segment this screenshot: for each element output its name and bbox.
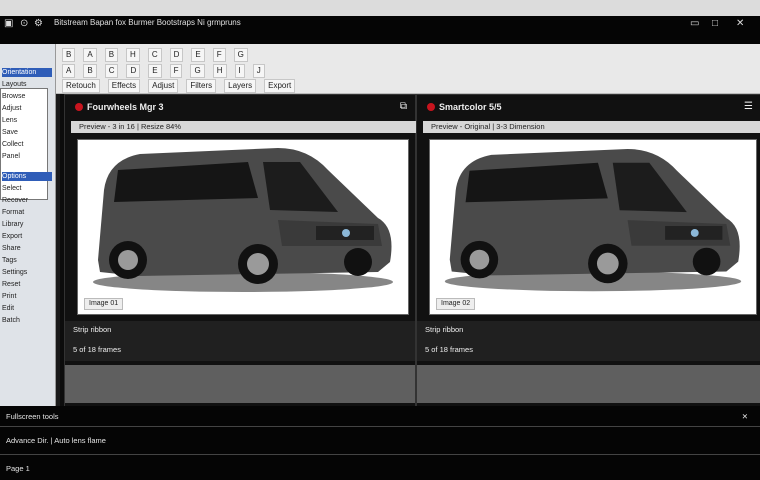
sidebar-item[interactable]: Edit [2,304,52,313]
divider [0,426,760,427]
ribbon-tool[interactable]: I [234,64,245,78]
sidebar-item[interactable]: Collect [2,140,52,149]
close-button[interactable]: ✕ [736,18,744,29]
zoom-icon[interactable]: ⊙ [20,18,28,29]
ribbon-row-2: A B C D E F G H I J [62,64,265,78]
footer-label: Strip ribbon [425,325,464,334]
ribbon-tab[interactable]: Retouch [62,79,100,93]
viewer-subtitle: Preview - 3 in 16 | Resize 84% [71,121,417,133]
ribbon-tool[interactable]: F [169,64,183,78]
sidebar-item[interactable]: Orientation [2,68,52,77]
ribbon-tool[interactable]: J [252,64,265,78]
ribbon-tool[interactable]: H [212,64,227,78]
viewer-panel [65,365,415,403]
copy-icon[interactable]: ⧉ [400,101,407,112]
image-caption: Image 01 [84,298,124,310]
settings-icon[interactable]: ⚙ [34,18,43,29]
sidebar-item[interactable]: Batch [2,316,52,325]
sidebar-item[interactable]: Library [2,220,52,229]
sidebar-item[interactable]: Panel [2,152,52,161]
path-text: Bitstream Bapan fox Burmer Bootstraps Ni… [54,18,241,27]
ribbon-tool[interactable]: C [147,48,162,62]
app-topbar: ▣ ⊙ ⚙ Bitstream Bapan fox Burmer Bootstr… [0,16,760,44]
ribbon-tab[interactable]: Filters [186,79,217,93]
footer-label: 5 of 18 frames [73,345,121,354]
sidebar-item[interactable]: Format [2,208,52,217]
bottom-label: Advance Dir. | Auto lens flame [6,436,106,445]
viewer-subtitle: Preview - Original | 3-3 Dimension [423,121,760,133]
sidebar-item[interactable]: Options [2,172,52,181]
ribbon-tool[interactable]: A [62,64,76,78]
ribbon-tool[interactable]: B [104,48,119,62]
bottom-panel: Fullscreen tools ✕ Advance Dir. | Auto l… [0,406,760,480]
sidebar-item[interactable]: Browse [2,92,52,101]
viewer-title: Fourwheels Mgr 3 [87,102,164,112]
ribbon-tab[interactable]: Layers [224,79,257,93]
sidebar-item[interactable]: Select [2,184,52,193]
ribbon-tool[interactable]: E [148,64,162,78]
window-icon: ▣ [4,18,14,29]
ribbon-tool[interactable]: G [190,64,205,78]
ribbon-tool[interactable]: F [212,48,226,62]
sidebar-item[interactable]: Share [2,244,52,253]
ribbon-tool[interactable]: B [83,64,97,78]
record-icon [75,103,83,111]
ribbon-tool[interactable]: D [126,64,141,78]
ribbon-toolbar: B A B H C D E F G A B C D E F G H I J Re… [56,44,760,94]
ribbon-tool[interactable]: D [169,48,184,62]
footer-label: 5 of 18 frames [425,345,473,354]
minimize-button[interactable]: ▭ [690,18,699,29]
menu-icon[interactable]: ☰ [744,101,753,112]
viewer-panel [417,365,760,403]
close-icon[interactable]: ✕ [742,412,748,421]
viewer-footer: Strip ribbon 5 of 18 frames [65,321,415,361]
viewer-header: Smartcolor 5/5 ☰ [417,97,760,117]
ribbon-row-1: B A B H C D E F G [62,48,248,62]
divider [0,454,760,455]
viewer-right: Smartcolor 5/5 ☰ Preview - Original | 3-… [416,94,760,408]
bottom-label: Fullscreen tools [6,412,59,421]
sidebar-item[interactable]: Lens [2,116,52,125]
title-bar [0,0,760,16]
sidebar-item[interactable]: Settings [2,268,52,277]
sidebar-item[interactable]: Layouts [2,80,52,89]
ribbon-tool[interactable]: E [191,48,205,62]
sidebar-item[interactable]: Save [2,128,52,137]
sidebar-item[interactable]: Tags [2,256,52,265]
van-image [93,148,393,292]
sidebar-item[interactable]: Adjust [2,104,52,113]
maximize-button[interactable]: □ [712,18,718,29]
image-caption: Image 02 [436,298,476,310]
sidebar-item[interactable]: Print [2,292,52,301]
viewer-header: Fourwheels Mgr 3 ⧉ [65,97,415,117]
ribbon-tab[interactable]: Export [264,79,296,93]
ribbon-row-3: Retouch Effects Adjust Filters Layers Ex… [62,79,296,93]
bottom-label: Page 1 [6,464,30,473]
ribbon-tool[interactable]: B [62,48,76,62]
sidebar-item[interactable]: Recover [2,196,52,205]
sidebar-item[interactable]: Reset [2,280,52,289]
ribbon-tool[interactable]: H [126,48,140,62]
viewer-footer: Strip ribbon 5 of 18 frames [417,321,760,361]
ribbon-tool[interactable]: C [104,64,119,78]
record-icon [427,103,435,111]
sidebar-item[interactable]: Export [2,232,52,241]
ribbon-tab[interactable]: Effects [107,79,141,93]
sidebar: Orientation Layouts Browse Adjust Lens S… [0,44,56,406]
viewer-left: Fourwheels Mgr 3 ⧉ Preview - 3 in 16 | R… [64,94,417,408]
footer-label: Strip ribbon [73,325,112,334]
workspace: Fourwheels Mgr 3 ⧉ Preview - 3 in 16 | R… [60,94,760,408]
van-image [444,148,742,292]
ribbon-tool[interactable]: G [233,48,248,62]
ribbon-tab[interactable]: Adjust [148,79,179,93]
viewer-title: Smartcolor 5/5 [439,102,502,112]
car-photo[interactable]: Image 01 [77,139,409,315]
ribbon-tool[interactable]: A [83,48,97,62]
car-photo[interactable]: Image 02 [429,139,757,315]
